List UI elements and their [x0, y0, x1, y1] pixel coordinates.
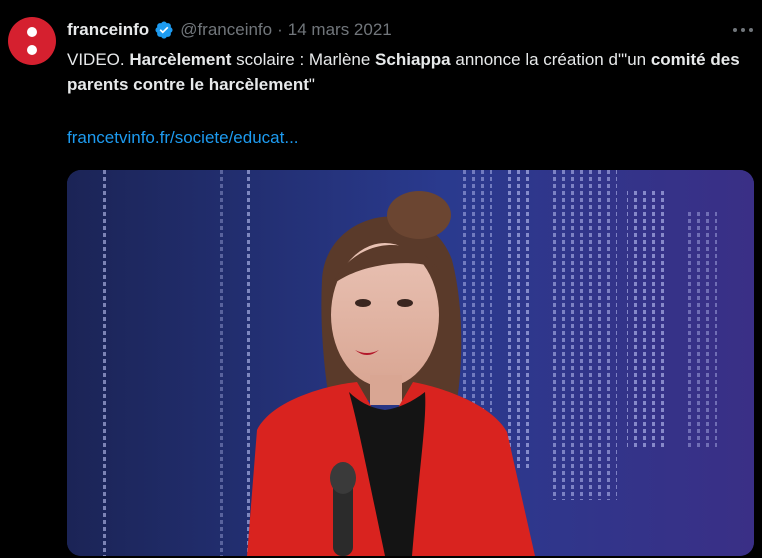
more-options-icon[interactable]	[733, 24, 753, 36]
more-dot	[741, 28, 745, 32]
header-separator: ·	[277, 20, 283, 39]
tweet-header: franceinfo @franceinfo · 14 mars 2021	[67, 18, 392, 42]
video-frame	[67, 170, 754, 556]
account-handle[interactable]: @franceinfo	[180, 20, 272, 40]
text-bold: Harcèlement	[129, 50, 232, 69]
more-dot	[733, 28, 737, 32]
tweet-date[interactable]: 14 mars 2021	[288, 20, 392, 40]
text-part: VIDEO.	[67, 50, 130, 69]
text-bold: Schiappa	[375, 50, 451, 69]
video-thumbnail[interactable]	[67, 170, 754, 556]
tweet[interactable]: franceinfo @franceinfo · 14 mars 2021 VI…	[0, 0, 762, 558]
logo-dot-top	[27, 27, 37, 37]
more-dot	[749, 28, 753, 32]
tweet-text: VIDEO. Harcèlement scolaire : Marlène Sc…	[67, 47, 757, 97]
logo-dot-bottom	[27, 45, 37, 55]
tweet-link[interactable]: francetvinfo.fr/societe/educat...	[67, 126, 299, 150]
account-name[interactable]: franceinfo	[67, 20, 149, 40]
text-part: "	[308, 75, 315, 94]
verified-badge-icon	[155, 21, 173, 39]
text-part: scolaire : Marlène	[231, 50, 376, 69]
text-part: annonce la création d'"un	[450, 50, 651, 69]
franceinfo-logo-icon[interactable]	[8, 17, 56, 65]
